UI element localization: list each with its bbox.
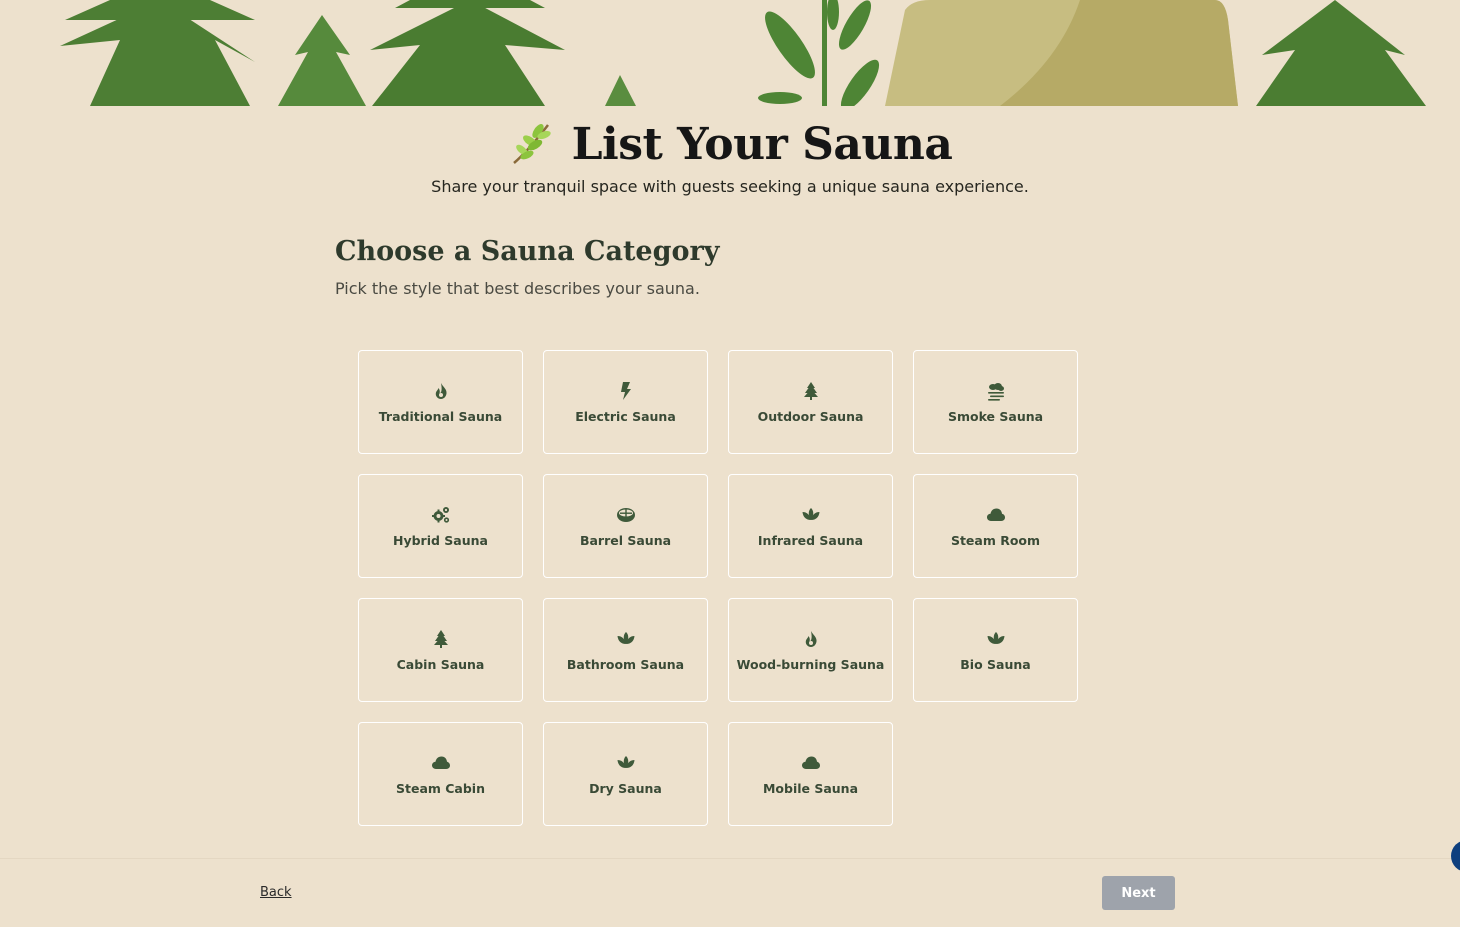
- category-card-traditional-sauna[interactable]: Traditional Sauna: [358, 350, 523, 454]
- page-subtitle: Share your tranquil space with guests se…: [431, 177, 1029, 196]
- category-label: Dry Sauna: [589, 780, 662, 796]
- forest-banner: [0, 0, 1460, 106]
- category-card-cabin-sauna[interactable]: Cabin Sauna: [358, 598, 523, 702]
- smog-icon: [986, 381, 1006, 401]
- herb-icon: [508, 121, 554, 167]
- forest-illustration: [60, 0, 1426, 106]
- cloud-icon: [986, 505, 1006, 525]
- category-label: Mobile Sauna: [762, 780, 859, 796]
- back-link[interactable]: Back: [260, 885, 292, 900]
- category-card-bio-sauna[interactable]: Bio Sauna: [913, 598, 1078, 702]
- spa-leaf-icon: [986, 629, 1006, 649]
- category-section-header: Choose a Sauna Category Pick the style t…: [335, 236, 719, 298]
- category-label: Hybrid Sauna: [393, 532, 488, 548]
- form-footer: Back Next: [0, 858, 1460, 927]
- spa-leaf-icon: [616, 629, 636, 649]
- bolt-icon: [616, 381, 636, 401]
- gears-icon: [431, 505, 451, 525]
- category-label: Outdoor Sauna: [757, 408, 864, 424]
- list-your-sauna-page: List Your Sauna Share your tranquil spac…: [0, 0, 1460, 927]
- cloud-icon: [431, 753, 451, 773]
- category-card-steam-cabin[interactable]: Steam Cabin: [358, 722, 523, 826]
- category-card-electric-sauna[interactable]: Electric Sauna: [543, 350, 708, 454]
- category-card-barrel-sauna[interactable]: Barrel Sauna: [543, 474, 708, 578]
- category-label: Smoke Sauna: [947, 408, 1044, 424]
- category-label: Barrel Sauna: [579, 532, 672, 548]
- category-card-infrared-sauna[interactable]: Infrared Sauna: [728, 474, 893, 578]
- tree-icon: [801, 381, 821, 401]
- page-title: List Your Sauna: [571, 118, 953, 170]
- section-title: Choose a Sauna Category: [335, 236, 720, 267]
- spa-leaf-icon: [616, 753, 636, 773]
- barrel-icon: [616, 505, 636, 525]
- cloud-icon: [801, 753, 821, 773]
- category-card-dry-sauna[interactable]: Dry Sauna: [543, 722, 708, 826]
- category-card-outdoor-sauna[interactable]: Outdoor Sauna: [728, 350, 893, 454]
- next-button[interactable]: Next: [1102, 876, 1175, 910]
- category-card-wood-burning-sauna[interactable]: Wood-burning Sauna: [728, 598, 893, 702]
- category-card-bathroom-sauna[interactable]: Bathroom Sauna: [543, 598, 708, 702]
- category-label: Bio Sauna: [960, 656, 1031, 672]
- category-label: Steam Room: [950, 532, 1041, 548]
- category-card-hybrid-sauna[interactable]: Hybrid Sauna: [358, 474, 523, 578]
- category-label: Wood-burning Sauna: [736, 656, 885, 672]
- title-row: List Your Sauna: [0, 114, 1460, 174]
- fire-icon: [801, 629, 821, 649]
- category-label: Infrared Sauna: [757, 532, 864, 548]
- section-subtitle: Pick the style that best describes your …: [335, 279, 700, 298]
- category-card-smoke-sauna[interactable]: Smoke Sauna: [913, 350, 1078, 454]
- category-label: Electric Sauna: [575, 408, 676, 424]
- category-label: Traditional Sauna: [378, 408, 503, 424]
- category-card-mobile-sauna[interactable]: Mobile Sauna: [728, 722, 893, 826]
- tree-icon: [431, 629, 451, 649]
- category-grid: Traditional Sauna Electric Sauna Outdoor…: [358, 350, 1078, 826]
- category-label: Cabin Sauna: [396, 656, 485, 672]
- fire-icon: [431, 381, 451, 401]
- category-card-steam-room[interactable]: Steam Room: [913, 474, 1078, 578]
- category-label: Steam Cabin: [395, 780, 485, 796]
- page-header: List Your Sauna Share your tranquil spac…: [0, 114, 1460, 197]
- category-label: Bathroom Sauna: [566, 656, 685, 672]
- spa-leaf-icon: [801, 505, 821, 525]
